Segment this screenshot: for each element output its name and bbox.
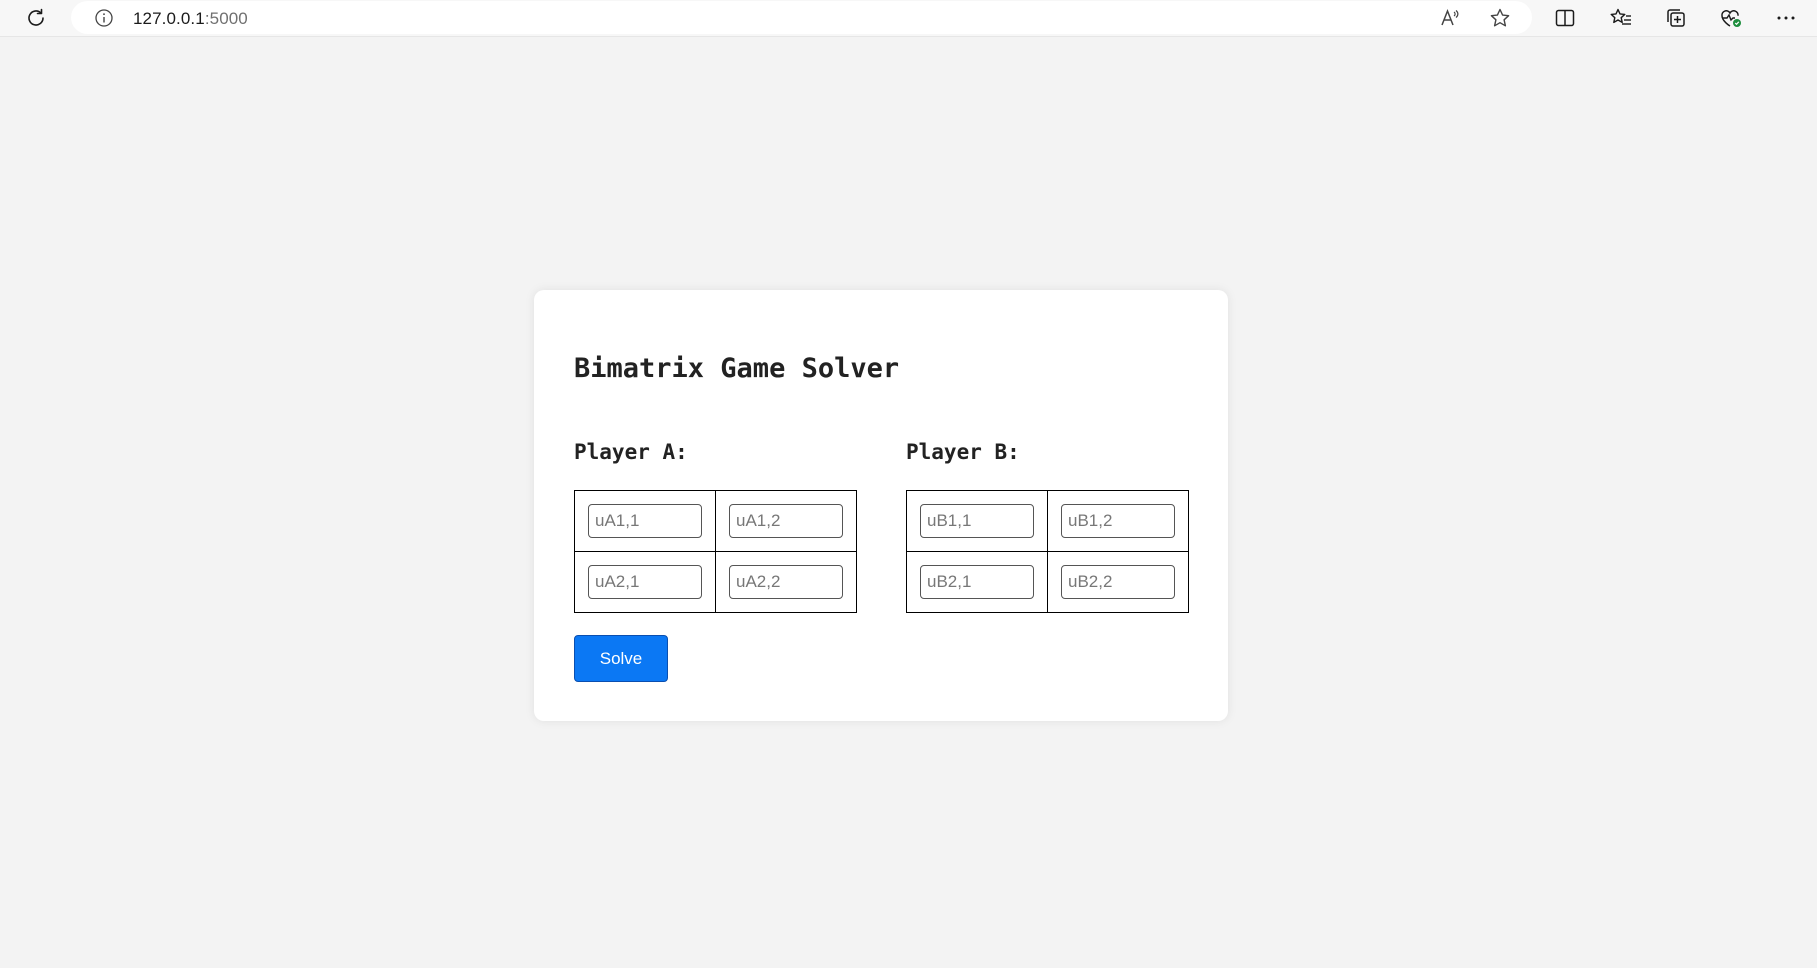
table-row bbox=[906, 551, 1189, 613]
address-bar[interactable]: 127.0.0.1:5000 bbox=[71, 1, 1532, 34]
matrix-cell bbox=[574, 490, 716, 552]
matrix-cell bbox=[715, 551, 857, 613]
player-b-matrix bbox=[906, 490, 1189, 613]
ub-1-2-input[interactable] bbox=[1061, 504, 1175, 538]
favorite-star-icon[interactable] bbox=[1486, 4, 1514, 32]
favorites-icon[interactable] bbox=[1607, 4, 1635, 32]
collections-icon[interactable] bbox=[1662, 4, 1690, 32]
table-row bbox=[574, 490, 857, 552]
more-menu-icon[interactable] bbox=[1772, 4, 1800, 32]
player-b-label: Player B: bbox=[906, 440, 1020, 464]
ua-1-1-input[interactable] bbox=[588, 504, 702, 538]
ua-2-1-input[interactable] bbox=[588, 565, 702, 599]
ub-1-1-input[interactable] bbox=[920, 504, 1034, 538]
matrix-cell bbox=[1047, 490, 1189, 552]
table-row bbox=[574, 551, 857, 613]
ub-2-2-input[interactable] bbox=[1061, 565, 1175, 599]
refresh-icon[interactable] bbox=[22, 4, 50, 32]
url-text[interactable]: 127.0.0.1:5000 bbox=[133, 9, 248, 29]
url-port: :5000 bbox=[204, 9, 248, 28]
page-title: Bimatrix Game Solver bbox=[574, 353, 900, 384]
matrix-cell bbox=[1047, 551, 1189, 613]
split-screen-icon[interactable] bbox=[1551, 4, 1579, 32]
browser-toolbar: 127.0.0.1:5000 bbox=[0, 0, 1817, 37]
matrix-cell bbox=[715, 490, 857, 552]
url-host: 127.0.0.1 bbox=[133, 9, 205, 28]
ub-2-1-input[interactable] bbox=[920, 565, 1034, 599]
player-a-label: Player A: bbox=[574, 440, 688, 464]
matrix-cell bbox=[906, 551, 1048, 613]
ua-2-2-input[interactable] bbox=[729, 565, 843, 599]
player-a-matrix bbox=[574, 490, 857, 613]
table-row bbox=[906, 490, 1189, 552]
matrix-cell bbox=[574, 551, 716, 613]
solver-card: Bimatrix Game Solver Player A: Player B:… bbox=[534, 290, 1228, 721]
read-aloud-icon[interactable] bbox=[1436, 4, 1464, 32]
browser-health-icon[interactable] bbox=[1717, 4, 1745, 32]
ua-1-2-input[interactable] bbox=[729, 504, 843, 538]
solve-button[interactable]: Solve bbox=[574, 635, 668, 682]
matrix-cell bbox=[906, 490, 1048, 552]
site-info-icon[interactable] bbox=[91, 5, 117, 31]
